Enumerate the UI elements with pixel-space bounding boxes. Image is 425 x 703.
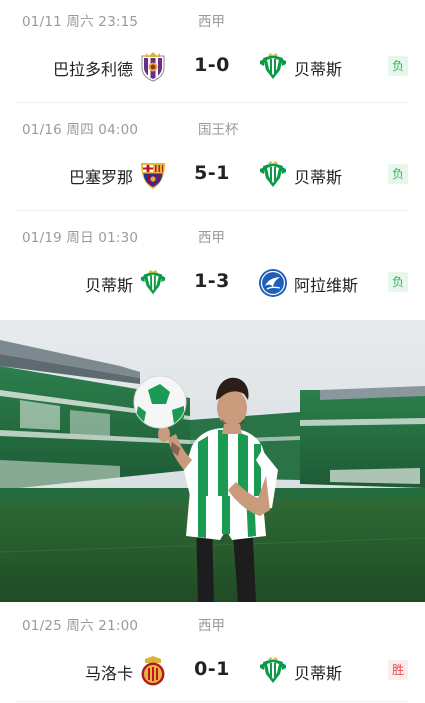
- away-team-name: 贝蒂斯: [294, 168, 343, 187]
- result-badge: 负: [388, 272, 408, 292]
- home-team-name: 巴塞罗那: [68, 168, 133, 187]
- betis-crest-icon: [260, 161, 286, 187]
- match-row[interactable]: 巴塞罗那 5-1 贝蒂斯 负: [0, 148, 425, 204]
- competition-name: 西甲: [198, 14, 225, 30]
- betis-crest-icon: [260, 53, 286, 79]
- away-team-name: 阿拉维斯: [294, 276, 359, 295]
- result-badge: 负: [388, 164, 408, 184]
- divider: [16, 701, 408, 702]
- match-row[interactable]: 马洛卡 0-1 贝蒂斯 胜: [0, 644, 425, 700]
- stadium-photo-image: [0, 320, 425, 602]
- divider: [16, 210, 408, 211]
- player-with-football-photo[interactable]: [0, 320, 425, 602]
- valladolid-crest-icon: [141, 52, 165, 82]
- match-score: 5-1: [194, 162, 230, 184]
- competition-name: 西甲: [198, 618, 225, 634]
- match-score: 1-0: [194, 54, 230, 76]
- match-row[interactable]: 贝蒂斯 1-3 阿拉维斯 负: [0, 256, 425, 312]
- competition-name: 国王杯: [198, 122, 239, 138]
- match-date: 01/16 周四 04:00: [22, 122, 139, 138]
- away-team-name: 贝蒂斯: [294, 664, 343, 683]
- betis-crest-icon: [260, 657, 286, 683]
- match-score: 1-3: [194, 270, 230, 292]
- match-meta: 01/11 周六 23:15 西甲: [22, 0, 422, 40]
- home-team-name: 马洛卡: [84, 664, 133, 683]
- match-meta: 01/16 周四 04:00 国王杯: [22, 108, 422, 148]
- match-meta: 01/25 周六 21:00 西甲: [22, 604, 422, 644]
- betis-crest-icon: [140, 269, 166, 295]
- barcelona-crest-icon: [141, 163, 165, 189]
- home-team-name: 贝蒂斯: [84, 276, 133, 295]
- match-date: 01/19 周日 01:30: [22, 230, 139, 246]
- mallorca-crest-icon: [141, 656, 165, 686]
- match-row[interactable]: 巴拉多利德 1-0 贝蒂斯 负: [0, 40, 425, 96]
- match-date: 01/11 周六 23:15: [22, 14, 139, 30]
- away-team-name: 贝蒂斯: [294, 60, 343, 79]
- alaves-crest-icon: [259, 269, 287, 297]
- result-badge: 胜: [388, 660, 408, 680]
- divider: [16, 102, 408, 103]
- match-meta: 01/19 周日 01:30 西甲: [22, 216, 422, 256]
- home-team-name: 巴拉多利德: [52, 60, 133, 79]
- competition-name: 西甲: [198, 230, 225, 246]
- match-score: 0-1: [194, 658, 230, 680]
- result-badge: 负: [388, 56, 408, 76]
- match-date: 01/25 周六 21:00: [22, 618, 139, 634]
